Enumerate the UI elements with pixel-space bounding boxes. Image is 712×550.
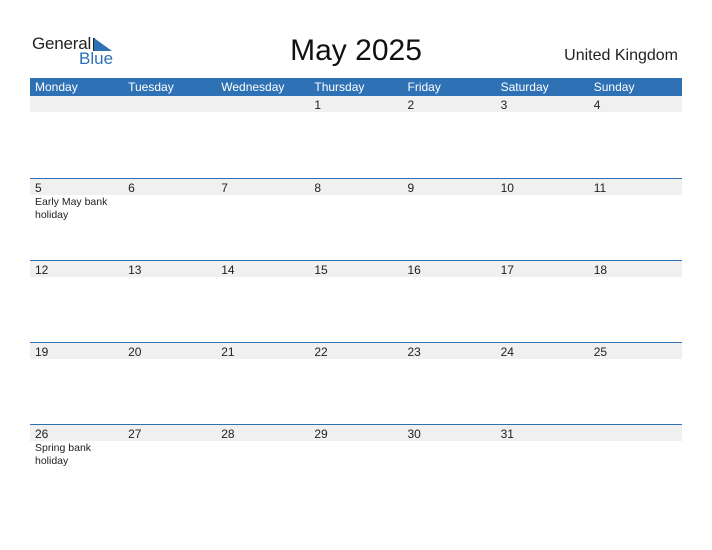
day-number: 29 <box>314 427 328 441</box>
day-number: 3 <box>500 98 508 112</box>
weekday-saturday: Saturday <box>500 80 549 94</box>
day-number: 13 <box>128 263 142 277</box>
day-cell: 10 <box>496 179 589 195</box>
weekday-monday: Monday <box>35 80 78 94</box>
day-cell: 5 Early May bank holiday <box>30 179 123 221</box>
date-strip: 12 13 14 15 16 17 18 <box>30 261 682 277</box>
day-number: 5 <box>35 181 42 195</box>
day-number: 31 <box>500 427 514 441</box>
day-cell: 19 <box>30 343 123 359</box>
weekday-wednesday: Wednesday <box>221 80 285 94</box>
day-number: 7 <box>221 181 228 195</box>
week-row: 5 Early May bank holiday 6 7 8 9 10 11 <box>30 178 682 260</box>
day-number: 17 <box>500 263 514 277</box>
day-number: 22 <box>314 345 328 359</box>
day-cell: 2 <box>403 96 496 112</box>
day-cell: 17 <box>496 261 589 277</box>
day-number: 2 <box>407 98 415 112</box>
day-number: 11 <box>593 181 607 195</box>
weekday-thursday: Thursday <box>314 80 365 94</box>
day-number: 24 <box>500 345 514 359</box>
week-row: 19 20 21 22 23 24 25 <box>30 342 682 424</box>
day-cell: 7 <box>216 179 309 195</box>
day-cell <box>30 96 123 112</box>
day-cell: 1 <box>309 96 402 112</box>
day-cell: 22 <box>309 343 402 359</box>
day-cell: 20 <box>123 343 216 359</box>
day-number: 26 <box>35 427 49 441</box>
weekday-friday: Friday <box>407 80 441 94</box>
weekday-tuesday: Tuesday <box>128 80 174 94</box>
day-cell: 11 <box>589 179 682 195</box>
day-cell: 26 Spring bank holiday <box>30 425 123 467</box>
day-cell: 4 <box>589 96 682 112</box>
day-number: 25 <box>593 345 608 359</box>
day-number: 18 <box>593 263 608 277</box>
day-cell: 18 <box>589 261 682 277</box>
week-row: 26 Spring bank holiday 27 28 29 30 31 <box>30 424 682 506</box>
day-cell: 29 <box>309 425 402 441</box>
week-row: 1 2 3 4 <box>30 96 682 178</box>
weekday-sunday: Sunday <box>593 80 635 94</box>
day-cell: 8 <box>309 179 402 195</box>
weekday-header: Monday Tuesday Wednesday Thursday Friday Satu… <box>30 78 682 96</box>
date-strip: 26 Spring bank holiday 27 28 29 30 31 <box>30 425 682 467</box>
day-number: 4 <box>593 98 601 112</box>
day-cell: 12 <box>30 261 123 277</box>
day-number: 14 <box>221 263 235 277</box>
day-number: 23 <box>407 345 421 359</box>
day-number: 8 <box>314 181 322 195</box>
day-cell: 13 <box>123 261 216 277</box>
day-cell <box>216 96 309 112</box>
day-number: 27 <box>128 427 142 441</box>
day-cell: 21 <box>216 343 309 359</box>
day-cell: 30 <box>403 425 496 441</box>
day-number: 28 <box>221 427 235 441</box>
day-number: 6 <box>128 181 135 195</box>
date-strip: 1 2 3 4 <box>30 96 682 112</box>
day-number: 12 <box>35 263 49 277</box>
date-strip: 19 20 21 22 23 24 25 <box>30 343 682 359</box>
day-cell: 25 <box>589 343 682 359</box>
day-cell: 31 <box>496 425 589 441</box>
day-cell: 28 <box>216 425 309 441</box>
day-cell: 15 <box>309 261 402 277</box>
day-cell <box>123 96 216 112</box>
day-number: 21 <box>221 345 235 359</box>
day-cell: 23 <box>403 343 496 359</box>
day-number: 19 <box>35 345 49 359</box>
day-number: 30 <box>407 427 421 441</box>
day-number: 15 <box>314 263 328 277</box>
day-cell: 6 <box>123 179 216 195</box>
calendar-grid: Monday Tuesday Wednesday Thursday Friday Satu… <box>30 78 682 506</box>
day-number: 1 <box>314 98 322 112</box>
day-number: 10 <box>500 181 514 195</box>
day-cell <box>589 425 682 441</box>
holiday-label: Spring bank holiday <box>35 442 92 467</box>
day-number: 16 <box>407 263 421 277</box>
day-cell: 24 <box>496 343 589 359</box>
country-label: United Kingdom <box>564 47 678 64</box>
day-cell: 16 <box>403 261 496 277</box>
day-number: 20 <box>128 345 142 359</box>
day-cell: 14 <box>216 261 309 277</box>
day-cell: 9 <box>403 179 496 195</box>
date-strip: 5 Early May bank holiday 6 7 8 9 10 11 <box>30 179 682 221</box>
day-number: 9 <box>407 181 415 195</box>
week-row: 12 13 14 15 16 17 18 <box>30 260 682 342</box>
day-cell: 27 <box>123 425 216 441</box>
holiday-label: Early May bank holiday <box>35 196 108 221</box>
day-cell: 3 <box>496 96 589 112</box>
